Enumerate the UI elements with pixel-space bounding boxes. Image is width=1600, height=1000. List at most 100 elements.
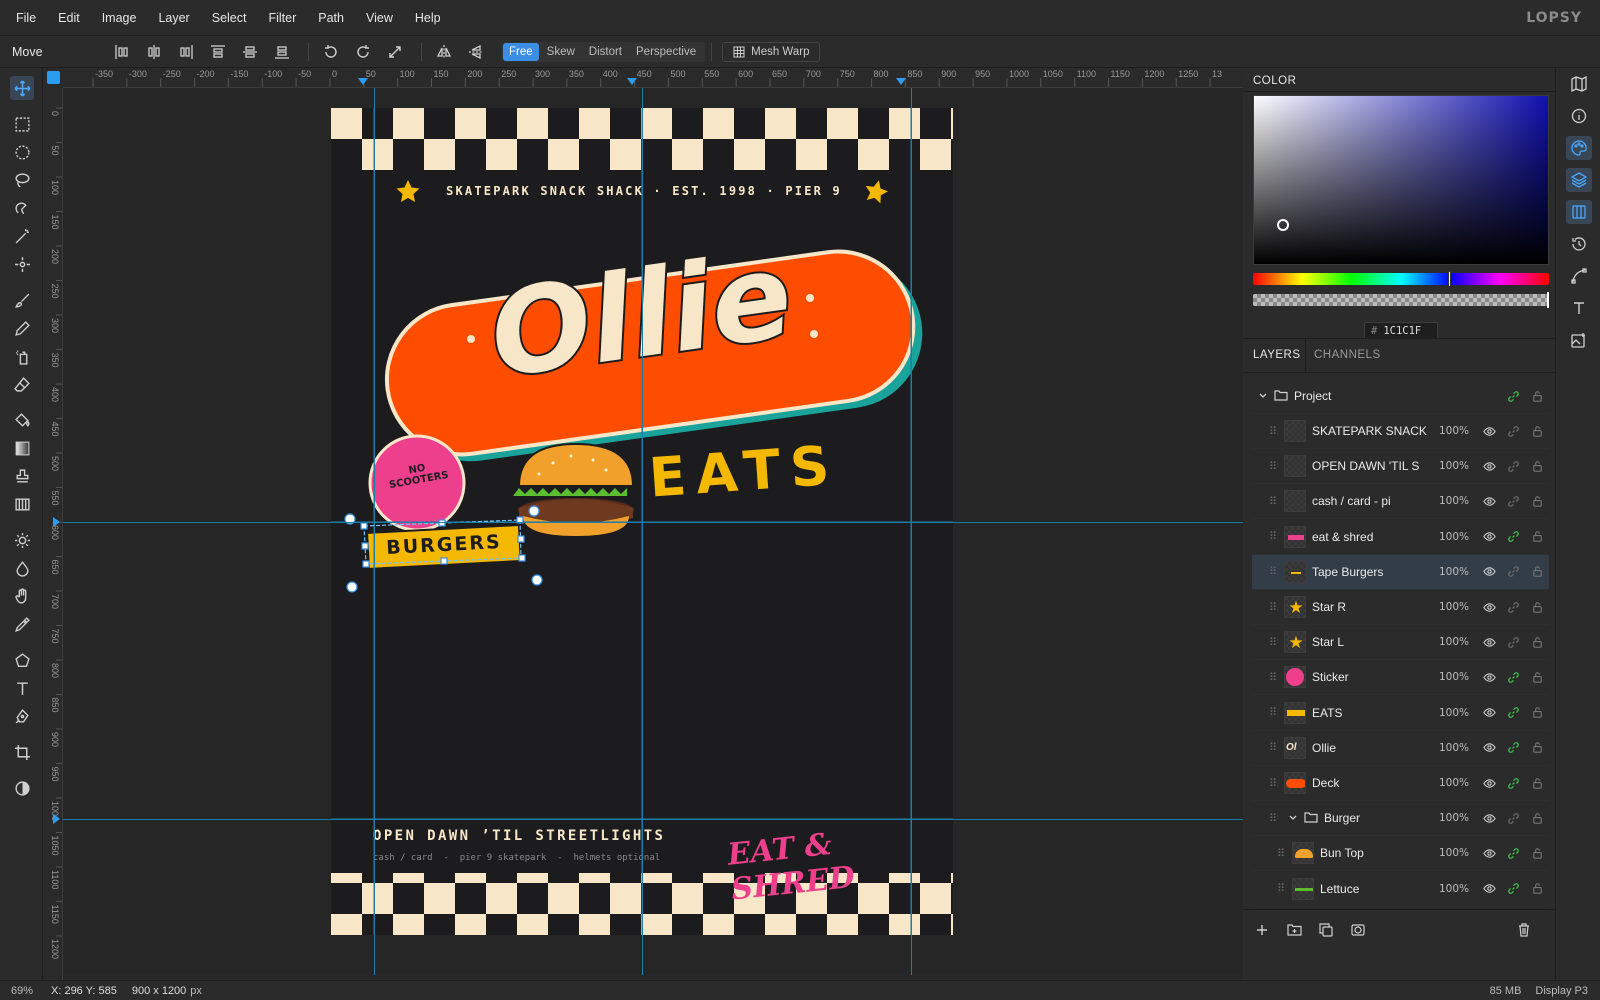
menu-filter[interactable]: Filter	[257, 11, 307, 25]
eye-icon[interactable]	[1477, 460, 1501, 473]
link-icon[interactable]	[1501, 882, 1525, 895]
menu-layer[interactable]: Layer	[147, 11, 200, 25]
color-picker-field[interactable]	[1253, 95, 1549, 265]
horizontal-ruler[interactable]: -350 -300 -250 -200 -150 -100 -50 0 50 100 150 200 2…	[63, 68, 1243, 88]
layers-icon[interactable]	[1566, 168, 1592, 192]
drag-handle-icon[interactable]: ⠿	[1266, 495, 1280, 508]
layer-row[interactable]: ⠿ Tape Burgers 100%	[1252, 554, 1549, 590]
guide-marker-icon[interactable]	[358, 78, 368, 85]
eye-icon[interactable]	[1477, 425, 1501, 438]
stamp-icon[interactable]	[10, 464, 34, 488]
eye-icon[interactable]	[1477, 495, 1501, 508]
lock-icon[interactable]	[1525, 565, 1549, 578]
align-top-icon[interactable]	[206, 41, 230, 63]
mode-distort-button[interactable]: Distort	[583, 43, 628, 61]
drag-handle-icon[interactable]: ⠿	[1266, 777, 1280, 790]
menu-select[interactable]: Select	[201, 11, 258, 25]
drag-handle-icon[interactable]: ⠿	[1266, 565, 1280, 578]
navigator-icon[interactable]	[1566, 72, 1592, 96]
drag-handle-icon[interactable]: ⠿	[1266, 671, 1280, 684]
drag-handle-icon[interactable]: ⠿	[1266, 460, 1280, 473]
guide-line[interactable]	[374, 88, 375, 975]
layer-opacity[interactable]: 100%	[1435, 777, 1469, 789]
link-icon[interactable]	[1501, 495, 1525, 508]
drag-handle-icon[interactable]: ⠿	[1266, 636, 1280, 649]
layer-opacity[interactable]: 100%	[1435, 742, 1469, 754]
eye-icon[interactable]	[1477, 565, 1501, 578]
eye-icon[interactable]	[1477, 777, 1501, 790]
lock-icon[interactable]	[1525, 601, 1549, 614]
layer-opacity[interactable]: 100%	[1435, 495, 1469, 507]
lock-icon[interactable]	[1525, 777, 1549, 790]
guide-line[interactable]	[63, 819, 1243, 820]
guide-marker-icon[interactable]	[896, 78, 906, 85]
link-icon[interactable]	[1501, 741, 1525, 754]
lock-icon[interactable]	[1525, 706, 1549, 719]
layer-row[interactable]: ⠿ ★ Star R 100%	[1252, 590, 1549, 625]
ruler-origin-icon[interactable]	[47, 71, 60, 84]
lock-icon[interactable]	[1525, 425, 1549, 438]
drag-handle-icon[interactable]: ⠿	[1266, 741, 1280, 754]
layer-opacity[interactable]: 100%	[1435, 707, 1469, 719]
eye-icon[interactable]	[1477, 812, 1501, 825]
layer-row[interactable]: ⠿ SKATEPARK SNACK 100%	[1252, 414, 1549, 449]
eye-icon[interactable]	[1477, 741, 1501, 754]
layer-row[interactable]: ⠿ Deck 100%	[1252, 766, 1549, 801]
link-icon[interactable]	[1501, 460, 1525, 473]
layer-opacity[interactable]: 100%	[1435, 566, 1469, 578]
lock-icon[interactable]	[1525, 530, 1549, 543]
lock-icon[interactable]	[1525, 847, 1549, 860]
lock-icon[interactable]	[1525, 812, 1549, 825]
mask-icon[interactable]	[1351, 923, 1365, 940]
link-icon[interactable]	[1501, 847, 1525, 860]
text-tool-icon[interactable]	[10, 676, 34, 700]
contrast-icon[interactable]	[10, 776, 34, 800]
color-picker-cursor[interactable]	[1277, 219, 1289, 231]
crop-icon[interactable]	[10, 740, 34, 764]
new-group-icon[interactable]	[1287, 923, 1302, 940]
vertical-ruler[interactable]: 0 50 100 150 200 250 300 350 400 450 500 550 600 650 7…	[43, 88, 63, 980]
mesh-warp-button[interactable]: Mesh Warp	[722, 41, 821, 62]
rotate-ccw-icon[interactable]	[319, 41, 343, 63]
link-icon[interactable]	[1501, 565, 1525, 578]
color-palette-icon[interactable]	[1566, 136, 1592, 160]
menu-path[interactable]: Path	[307, 11, 355, 25]
align-bottom-icon[interactable]	[270, 41, 294, 63]
menu-edit[interactable]: Edit	[47, 11, 91, 25]
layer-opacity[interactable]: 100%	[1435, 460, 1469, 472]
eye-icon[interactable]	[1477, 882, 1501, 895]
layer-opacity[interactable]: 100%	[1435, 671, 1469, 683]
hex-value[interactable]: 1C1C1F	[1383, 325, 1421, 337]
guide-line[interactable]	[911, 88, 912, 975]
hand-icon[interactable]	[10, 584, 34, 608]
eraser-icon[interactable]	[10, 372, 34, 396]
magic-wand-icon[interactable]	[10, 224, 34, 248]
lasso-icon[interactable]	[10, 168, 34, 192]
pen-tool-icon[interactable]	[10, 704, 34, 728]
lock-icon[interactable]	[1525, 460, 1549, 473]
drag-handle-icon[interactable]: ⠿	[1266, 425, 1280, 438]
lock-icon[interactable]	[1525, 671, 1549, 684]
align-right-icon[interactable]	[174, 41, 198, 63]
guide-marker-icon[interactable]	[627, 78, 637, 85]
drag-handle-icon[interactable]: ⠿	[1266, 812, 1280, 825]
drag-handle-icon[interactable]: ⠿	[1274, 847, 1288, 860]
link-icon[interactable]	[1501, 601, 1525, 614]
blur-drop-icon[interactable]	[10, 556, 34, 580]
align-left-icon[interactable]	[110, 41, 134, 63]
magnetic-lasso-icon[interactable]	[10, 196, 34, 220]
link-icon[interactable]	[1501, 636, 1525, 649]
link-icon[interactable]	[1501, 425, 1525, 438]
guide-line[interactable]	[642, 88, 643, 975]
align-middle-v-icon[interactable]	[238, 41, 262, 63]
layer-opacity[interactable]: 100%	[1435, 883, 1469, 895]
image-adjust-icon[interactable]	[1566, 328, 1592, 352]
link-icon[interactable]	[1501, 530, 1525, 543]
layer-row[interactable]: ⠿ Bun Top 100%	[1252, 836, 1549, 872]
flip-horizontal-icon[interactable]	[432, 41, 456, 63]
hue-slider[interactable]	[1253, 271, 1549, 287]
link-icon[interactable]	[1501, 671, 1525, 684]
paint-bucket-icon[interactable]	[10, 408, 34, 432]
paths-icon[interactable]	[1566, 264, 1592, 288]
layer-opacity[interactable]: 100%	[1435, 636, 1469, 648]
